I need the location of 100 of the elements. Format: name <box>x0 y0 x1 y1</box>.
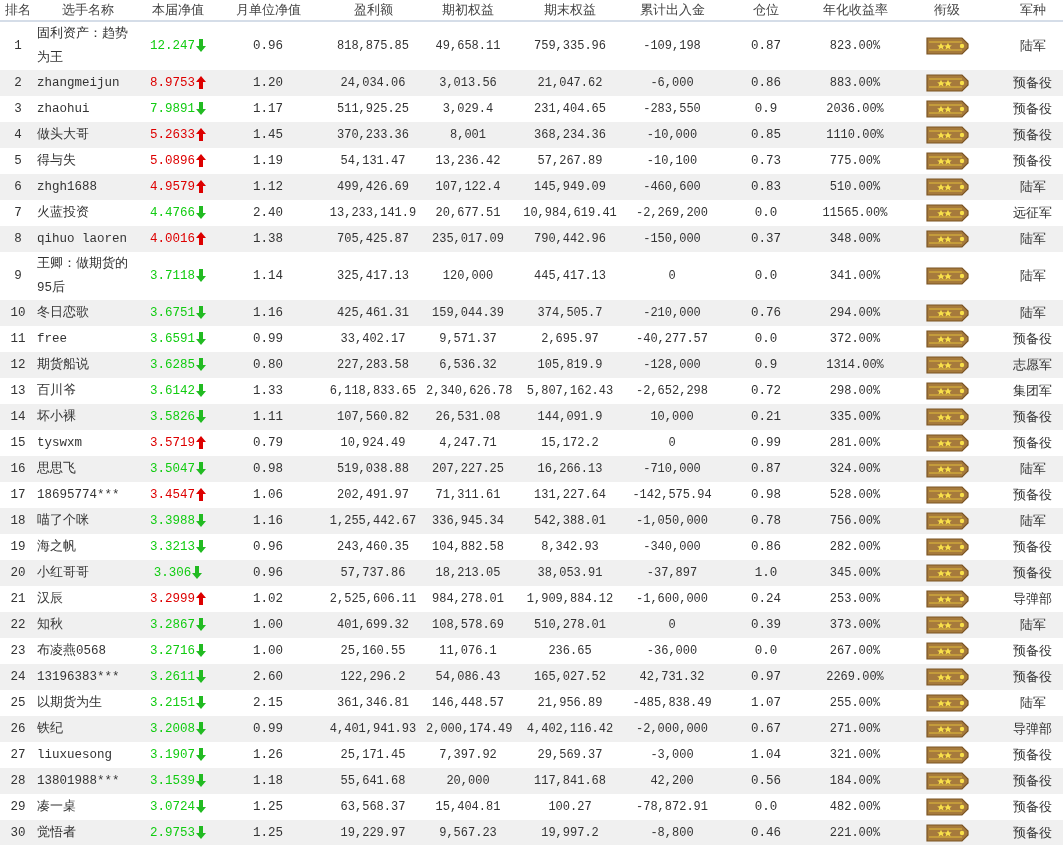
cash-flow-cell: -40,277.57 <box>630 326 714 352</box>
end-equity-cell: 790,442.96 <box>510 226 630 252</box>
start-equity-cell: 9,567.23 <box>426 820 510 845</box>
annual-return-cell: 184.00% <box>818 768 892 794</box>
start-equity-cell: 13,236.42 <box>426 148 510 174</box>
position-cell: 0.46 <box>714 820 818 845</box>
rank-cell: 16 <box>0 456 36 482</box>
cash-flow-cell: -485,838.49 <box>630 690 714 716</box>
cash-flow-cell: -10,000 <box>630 122 714 148</box>
rank-cell: 8 <box>0 226 36 252</box>
annual-return-cell: 294.00% <box>818 300 892 326</box>
profit-cell: 818,875.85 <box>320 21 426 70</box>
player-name: 冬日恋歌 <box>36 300 140 326</box>
shoulder-board-icon <box>925 152 969 171</box>
net-value: 3.1907 <box>150 748 195 763</box>
net-value: 3.3213 <box>150 540 195 555</box>
annual-return-cell: 883.00% <box>818 70 892 96</box>
net-value: 2.9753 <box>150 826 195 841</box>
column-header: 衔级 <box>892 0 1002 21</box>
net-value: 4.9579 <box>150 180 195 195</box>
profit-cell: 4,401,941.93 <box>320 716 426 742</box>
cash-flow-cell: -8,800 <box>630 820 714 845</box>
annual-return-cell: 11565.00% <box>818 200 892 226</box>
net-value: 3.4547 <box>150 488 195 503</box>
player-name: 知秋 <box>36 612 140 638</box>
cash-flow-cell: -36,000 <box>630 638 714 664</box>
start-equity-cell: 54,086.43 <box>426 664 510 690</box>
rank-cell: 15 <box>0 430 36 456</box>
column-header: 盈利额 <box>320 0 426 21</box>
profit-cell: 325,417.13 <box>320 252 426 300</box>
annual-return-cell: 335.00% <box>818 404 892 430</box>
shoulder-board-icon <box>925 798 969 817</box>
profit-cell: 25,160.55 <box>320 638 426 664</box>
monthly-value: 1.11 <box>216 404 320 430</box>
profit-cell: 425,461.31 <box>320 300 426 326</box>
end-equity-cell: 368,234.36 <box>510 122 630 148</box>
monthly-value: 0.96 <box>216 21 320 70</box>
branch-cell: 志愿军 <box>1002 352 1063 378</box>
shoulder-board-icon <box>925 694 969 713</box>
position-cell: 0.0 <box>714 200 818 226</box>
branch-cell: 预备役 <box>1002 70 1063 96</box>
profit-cell: 370,233.36 <box>320 122 426 148</box>
player-name: 汉辰 <box>36 586 140 612</box>
net-value: 8.9753 <box>150 76 195 91</box>
annual-return-cell: 756.00% <box>818 508 892 534</box>
profit-cell: 54,131.47 <box>320 148 426 174</box>
end-equity-cell: 105,819.9 <box>510 352 630 378</box>
cash-flow-cell: -142,575.94 <box>630 482 714 508</box>
end-equity-cell: 117,841.68 <box>510 768 630 794</box>
position-cell: 0.73 <box>714 148 818 174</box>
branch-cell: 预备役 <box>1002 326 1063 352</box>
column-header: 选手名称 <box>36 0 140 21</box>
profit-cell: 401,699.32 <box>320 612 426 638</box>
shoulder-board-icon <box>925 642 969 661</box>
start-equity-cell: 6,536.32 <box>426 352 510 378</box>
net-value: 4.0016 <box>150 232 195 247</box>
monthly-value: 0.99 <box>216 716 320 742</box>
player-name: 18695774*** <box>36 482 140 508</box>
end-equity-cell: 21,047.62 <box>510 70 630 96</box>
net-value: 3.6142 <box>150 384 195 399</box>
position-cell: 0.99 <box>714 430 818 456</box>
end-equity-cell: 16,266.13 <box>510 456 630 482</box>
profit-cell: 107,560.82 <box>320 404 426 430</box>
cash-flow-cell: -78,872.91 <box>630 794 714 820</box>
position-cell: 0.85 <box>714 122 818 148</box>
branch-cell: 陆军 <box>1002 21 1063 70</box>
monthly-value: 1.02 <box>216 586 320 612</box>
start-equity-cell: 20,677.51 <box>426 200 510 226</box>
player-name: zhaohui <box>36 96 140 122</box>
shoulder-board-icon <box>925 590 969 609</box>
player-name: 小红哥哥 <box>36 560 140 586</box>
player-name: liuxuesong <box>36 742 140 768</box>
start-equity-cell: 159,044.39 <box>426 300 510 326</box>
shoulder-board-icon <box>925 434 969 453</box>
cash-flow-cell: 42,200 <box>630 768 714 794</box>
net-value: 3.2151 <box>150 696 195 711</box>
profit-cell: 499,426.69 <box>320 174 426 200</box>
branch-cell: 预备役 <box>1002 638 1063 664</box>
cash-flow-cell: -128,000 <box>630 352 714 378</box>
monthly-value: 1.33 <box>216 378 320 404</box>
net-value: 3.6591 <box>150 332 195 347</box>
annual-return-cell: 281.00% <box>818 430 892 456</box>
position-cell: 0.0 <box>714 794 818 820</box>
monthly-value: 1.20 <box>216 70 320 96</box>
position-cell: 0.87 <box>714 21 818 70</box>
player-name: 凑一桌 <box>36 794 140 820</box>
cash-flow-cell: -210,000 <box>630 300 714 326</box>
cash-flow-cell: -1,050,000 <box>630 508 714 534</box>
player-name: qihuo laoren <box>36 226 140 252</box>
position-cell: 0.37 <box>714 226 818 252</box>
position-cell: 0.72 <box>714 378 818 404</box>
shoulder-board-icon <box>925 486 969 505</box>
cash-flow-cell: -3,000 <box>630 742 714 768</box>
net-value: 4.4766 <box>150 206 195 221</box>
rank-cell: 27 <box>0 742 36 768</box>
branch-cell: 预备役 <box>1002 794 1063 820</box>
branch-cell: 导弹部 <box>1002 586 1063 612</box>
monthly-value: 0.99 <box>216 326 320 352</box>
net-value: 3.6751 <box>150 306 195 321</box>
shoulder-board-icon <box>925 356 969 375</box>
